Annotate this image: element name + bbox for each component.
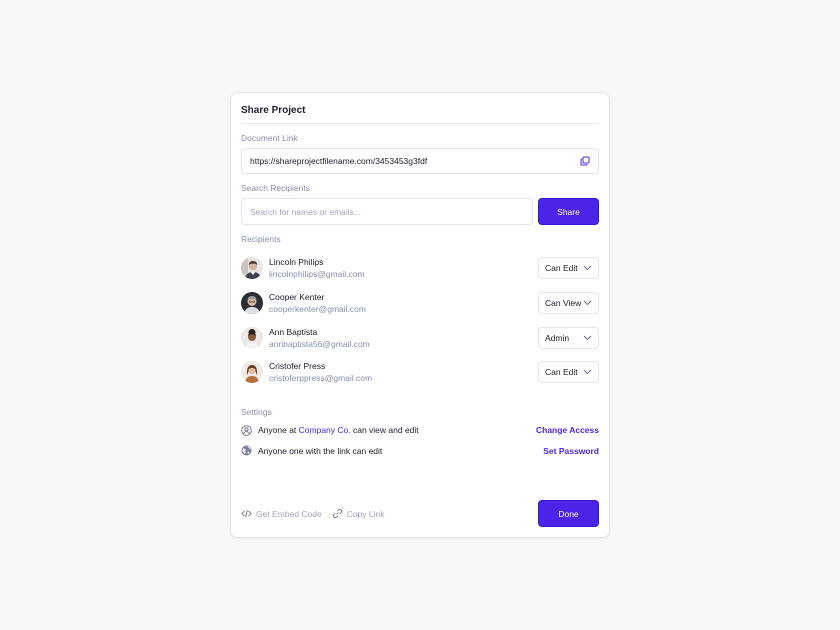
chevron-down-icon — [583, 369, 592, 375]
role-select[interactable]: Can Edit — [538, 257, 599, 280]
dialog-footer: Get Embed Code Copy Link Done — [241, 500, 599, 527]
role-select[interactable]: Can Edit — [538, 361, 599, 384]
setting-access-text: Anyone at Company Co. can view and edit — [258, 425, 419, 435]
setting-access-row: Anyone at Company Co. can view and edit … — [241, 420, 599, 441]
dialog-title: Share Project — [241, 93, 599, 124]
share-button[interactable]: Share — [538, 198, 599, 225]
recipient-email: lincolnphilips@gmail.com — [269, 269, 365, 280]
link-icon — [332, 508, 343, 519]
set-password-link[interactable]: Set Password — [543, 446, 599, 456]
role-select[interactable]: Can View — [538, 292, 599, 315]
get-embed-code-link[interactable]: Get Embed Code — [241, 508, 322, 519]
chevron-down-icon — [583, 300, 592, 306]
search-input[interactable] — [241, 198, 533, 225]
recipient-email: cristoferppress@gmail.com — [269, 373, 373, 384]
share-project-dialog: Share Project Document Link https://shar… — [230, 92, 610, 538]
chevron-down-icon — [583, 335, 592, 341]
recipient-email: cooperkenter@gmail.com — [269, 304, 366, 315]
company-name: Company Co. — [298, 425, 351, 435]
recipients-label: Recipients — [241, 234, 281, 244]
avatar-ann-baptista — [241, 326, 263, 349]
setting-link-row: Anyone one with the link can edit Set Pa… — [241, 440, 599, 461]
recipient-name: Ann Baptista — [269, 326, 318, 337]
document-link-value: https://shareprojectfilename.com/3453453… — [250, 156, 428, 166]
recipient-name: Lincoln Philips — [269, 257, 324, 268]
user-circle-icon — [241, 424, 252, 436]
setting-link-text: Anyone one with the link can edit — [258, 445, 383, 456]
role-value: Admin — [545, 332, 570, 343]
document-link-field[interactable]: https://shareprojectfilename.com/3453453… — [241, 148, 599, 174]
document-link-label: Document Link — [241, 133, 298, 143]
recipient-row: Ann Baptista annbaptista56@gmail.com Adm… — [241, 320, 599, 355]
chevron-down-icon — [583, 265, 592, 271]
recipient-name: Cristofer Press — [269, 361, 326, 372]
role-value: Can View — [545, 298, 582, 309]
globe-icon — [241, 445, 252, 456]
role-value: Can Edit — [545, 263, 578, 274]
change-access-link[interactable]: Change Access — [536, 425, 599, 435]
recipient-row: Cristofer Press cristoferppress@gmail.co… — [241, 355, 599, 390]
recipient-row: Cooper Kenter cooperkenter@gmail.com Can… — [241, 286, 599, 321]
role-select[interactable]: Admin — [538, 326, 599, 349]
avatar-cristofer-press — [241, 361, 263, 384]
settings-list: Anyone at Company Co. can view and edit … — [241, 420, 599, 461]
recipient-list: Lincoln Philips lincolnphilips@gmail.com… — [241, 251, 599, 390]
done-button[interactable]: Done — [538, 500, 599, 527]
search-row: Share — [241, 198, 599, 225]
settings-label: Settings — [241, 406, 272, 417]
recipient-email: annbaptista56@gmail.com — [269, 338, 370, 349]
code-icon — [241, 508, 252, 519]
search-recipients-label: Search Recipients — [241, 183, 310, 193]
recipient-row: Lincoln Philips lincolnphilips@gmail.com… — [241, 251, 599, 286]
recipient-name: Cooper Kenter — [269, 292, 325, 303]
copy-link-button[interactable]: Copy Link — [332, 508, 385, 519]
copy-icon[interactable] — [580, 156, 590, 166]
avatar-cooper-kenter — [241, 292, 263, 315]
avatar-lincoln-philips — [241, 257, 263, 280]
role-value: Can Edit — [545, 367, 578, 378]
